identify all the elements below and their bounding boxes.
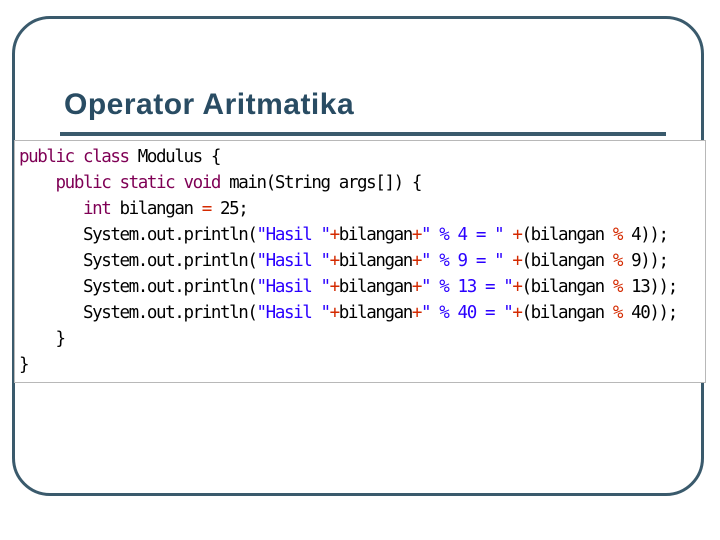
slide-title: Operator Aritmatika: [64, 88, 355, 121]
operator: +: [411, 303, 423, 323]
code-screenshot: public class Modulus { public static voi…: [14, 140, 706, 383]
code-text: System.out.println(: [82, 303, 258, 323]
code-line-2: public static void main(String args[]) {: [19, 170, 677, 196]
string-literal: " % 13 = ": [421, 277, 514, 297]
operator: +: [329, 277, 341, 297]
operator: +: [512, 225, 523, 245]
code-text: 4));: [622, 225, 669, 245]
operator: +: [329, 251, 341, 271]
operator: +: [512, 277, 523, 297]
code-text: main(String args[]) {: [220, 173, 422, 193]
code-text: bilangan: [338, 303, 413, 323]
closing-brace: }: [55, 329, 67, 349]
code-text: System.out.println(: [82, 251, 258, 271]
code-text: Modulus {: [128, 147, 222, 167]
string-literal: " % 40 = ": [421, 303, 514, 323]
code-text: 9));: [622, 251, 669, 271]
string-literal: "Hasil ": [256, 251, 331, 271]
operator: +: [329, 225, 341, 245]
code-text: bilangan: [110, 199, 202, 219]
keyword: public class: [19, 147, 130, 167]
string-literal: "Hasil ": [256, 303, 331, 323]
code-line-1: public class Modulus {: [19, 144, 677, 170]
code-text: (bilangan: [521, 277, 613, 297]
operator: +: [329, 303, 341, 323]
code-text: bilangan: [338, 225, 413, 245]
code-text: 13));: [622, 277, 678, 297]
code-text: (bilangan: [521, 251, 613, 271]
code-text: bilangan: [338, 277, 413, 297]
operator: %: [612, 251, 624, 271]
string-literal: "Hasil ": [256, 277, 331, 297]
code-text: System.out.println(: [82, 225, 258, 245]
operator: %: [612, 303, 624, 323]
string-literal: "Hasil ": [256, 225, 331, 245]
code-line-7: System.out.println("Hasil "+bilangan+" %…: [19, 300, 678, 326]
code-line-8: }: [19, 326, 677, 352]
code-line-5: System.out.println("Hasil "+bilangan+" %…: [19, 248, 677, 274]
code-text: 40));: [622, 303, 678, 323]
operator: %: [612, 277, 624, 297]
code-line-9: }: [19, 352, 677, 378]
operator: +: [411, 251, 423, 271]
string-literal: " % 4 = ": [421, 225, 513, 245]
code-block: public class Modulus { public static voi…: [19, 144, 678, 378]
code-text: System.out.println(: [82, 277, 258, 297]
code-line-4: System.out.println("Hasil "+bilangan+" %…: [19, 222, 677, 248]
code-line-6: System.out.println("Hasil "+bilangan+" %…: [19, 274, 678, 300]
code-text: bilangan: [338, 251, 413, 271]
operator: +: [411, 277, 423, 297]
code-line-3: int bilangan = 25;: [19, 196, 677, 222]
operator: +: [411, 225, 423, 245]
closing-brace: }: [19, 355, 30, 375]
code-text: (bilangan: [521, 225, 613, 245]
operator: %: [612, 225, 624, 245]
keyword: public static void: [55, 173, 222, 193]
operator: =: [201, 199, 213, 219]
code-text: 25;: [210, 199, 249, 219]
keyword: int: [82, 199, 112, 219]
title-underline: [60, 132, 666, 136]
operator: +: [512, 251, 523, 271]
string-literal: " % 9 = ": [421, 251, 513, 271]
operator: +: [512, 303, 523, 323]
code-text: (bilangan: [521, 303, 613, 323]
